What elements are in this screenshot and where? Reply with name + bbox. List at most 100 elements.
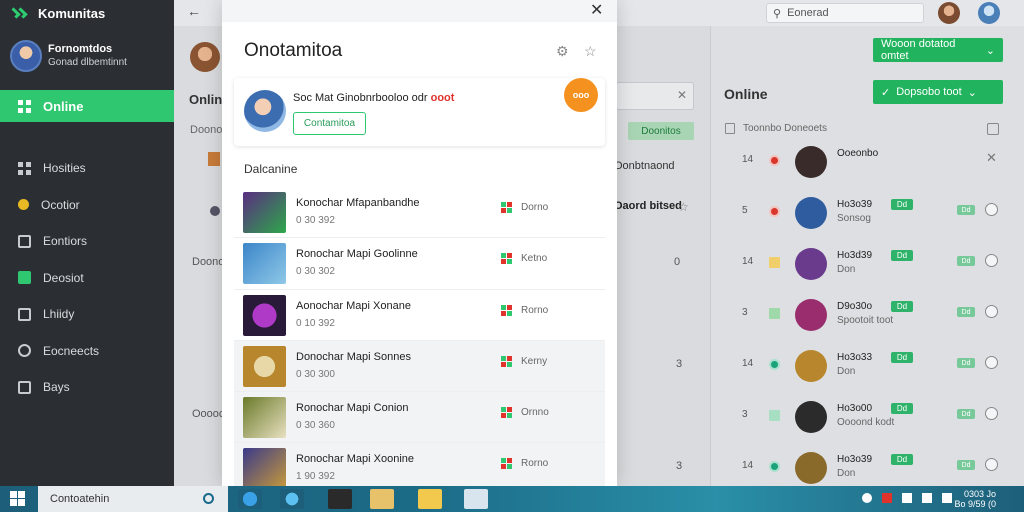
settings-icon[interactable]: ⚙ (556, 43, 569, 60)
sidebar-nav: Hosities Ocotior Eontiors Deosiot Lhiidy… (0, 150, 174, 406)
close-icon[interactable]: ✕ (986, 150, 997, 166)
profile-card: Soc Mat Ginobnrbooloo odr ooot Contamito… (234, 78, 605, 146)
search-input[interactable]: ⚲ Eonerad (766, 3, 924, 23)
avatar[interactable] (10, 40, 42, 72)
wifi-icon[interactable] (942, 493, 952, 503)
row-radio[interactable] (985, 356, 998, 369)
primary-button[interactable]: Wooon dotatod omtet ⌄ (873, 38, 1003, 62)
status-icon (769, 206, 780, 217)
row-subtitle: Don (837, 468, 856, 479)
select-all-checkbox[interactable] (987, 123, 999, 135)
game-title: Donochar Mapi Sonnes (296, 350, 411, 363)
right-panel: Wooon dotatod omtet ⌄ ✓ Dopsobo toot ⌄ O… (710, 26, 1024, 486)
sidebar-item-eontiors[interactable]: Eontiors (0, 223, 174, 260)
avatar (795, 350, 827, 382)
clock[interactable]: 0303 Jo Bo 9/59 (0 (954, 489, 996, 509)
document-icon[interactable] (464, 489, 488, 509)
row-name: Ho3o39 (837, 454, 873, 465)
antivirus-icon[interactable] (882, 493, 892, 503)
back-arrow-icon[interactable]: ← (187, 3, 201, 19)
close-icon[interactable]: ✕ (590, 0, 603, 20)
sidebar-item-bays[interactable]: Bays (0, 369, 174, 406)
status-badge: Dd (891, 454, 913, 465)
game-title: Ronochar Mapi Conion (296, 402, 409, 415)
panel-title: Onlin (189, 92, 223, 107)
sidebar-item-hosities[interactable]: Hosities (0, 150, 174, 187)
row-number: 14 (742, 358, 754, 369)
game-thumbnail (243, 294, 286, 336)
avatar (795, 146, 827, 178)
profile-card-highlight: ooot (430, 92, 455, 104)
game-meta: 0 30 392 (296, 215, 335, 226)
avatar (190, 42, 220, 72)
platform-icon (501, 355, 512, 367)
status-pill: Dd (957, 256, 975, 266)
list-item[interactable]: 3 Ho3o00 Oooond kodt Dd Dd (711, 401, 1024, 459)
app-brand[interactable]: Komunitas (9, 4, 105, 22)
game-status: Ketno (521, 253, 548, 265)
platform-icon (501, 304, 512, 316)
app-icon[interactable] (328, 489, 352, 509)
game-title: Ronochar Mapi Xoonine (296, 453, 415, 466)
list-item[interactable]: 5 Ho3o39 Sonsog Dd Dd (711, 197, 1024, 255)
row-radio[interactable] (985, 458, 998, 471)
list-item[interactable]: 14 Ho3o39 Don Dd Dd (711, 452, 1024, 486)
row-name: Ooeonbo (837, 148, 879, 159)
edge-icon[interactable] (280, 489, 304, 509)
battery-icon[interactable] (922, 493, 932, 503)
sidebar-item-eocneects[interactable]: Eocneects (0, 333, 174, 370)
panel-button[interactable]: Doonitos (628, 122, 694, 140)
list-header: Toonnbo Doneoets (725, 123, 827, 134)
avatar (244, 90, 286, 132)
list-item[interactable]: Aonochar Mapi Xonane 0 10 392 Rorno (234, 289, 605, 341)
secondary-button[interactable]: ✓ Dopsobo toot ⌄ (873, 80, 1003, 104)
game-meta: 0 30 360 (296, 420, 335, 432)
section-label: Dalcanine (244, 162, 298, 176)
list-item[interactable]: 14 Ho3o33 Don Dd Dd (711, 350, 1024, 408)
notification-badge[interactable]: ooo (564, 78, 598, 112)
game-meta: 0 30 302 (296, 266, 335, 278)
store-icon[interactable] (370, 489, 394, 509)
list-item[interactable]: 14 Ho3d39 Don Dd Dd (711, 248, 1024, 306)
row-radio[interactable] (985, 407, 998, 420)
game-thumbnail (243, 345, 286, 387)
row-name: Ho3o33 (837, 352, 873, 363)
search-placeholder: Eonerad (787, 7, 829, 19)
row-radio[interactable] (985, 203, 998, 216)
avatar[interactable] (938, 2, 960, 24)
sidebar-item-deosiot[interactable]: Deosiot (0, 260, 174, 297)
sidebar-item-ocotior[interactable]: Ocotior (0, 187, 174, 224)
brand-logo-icon (9, 6, 32, 20)
list-item[interactable]: Ronochar Mapi Conion 0 30 360 Ornno (234, 392, 605, 444)
star-icon[interactable]: ☆ (584, 43, 597, 60)
contact-button[interactable]: Contamitoa (293, 112, 366, 135)
browser-icon[interactable] (238, 489, 262, 509)
list-item[interactable]: Donochar Mapi Sonnes 0 30 300 Kerny (234, 340, 605, 393)
user-profile[interactable]: Fornomtdos Gonad dlbemtinnt (10, 40, 127, 72)
list-item[interactable]: Ronochar Mapi Goolinne 0 30 302 Ketno (234, 238, 605, 290)
volume-icon[interactable] (902, 493, 912, 503)
panel-search-input[interactable]: ✕ (616, 82, 694, 110)
sidebar-item-label: Eocneects (43, 343, 100, 358)
star-icon[interactable]: ☆ (678, 200, 689, 214)
row-number: 14 (742, 256, 754, 267)
windows-start-icon[interactable] (10, 491, 26, 507)
coin-icon (18, 199, 29, 211)
list-item[interactable]: 3 D9o30o Spootoit toot Dd Dd (711, 299, 1024, 357)
game-list: Konochar Mfapanbandhe 0 30 392 Dorno Ron… (234, 187, 605, 495)
row-radio[interactable] (985, 254, 998, 267)
profile-card-text: Soc Mat Ginobnrbooloo odr ooot (293, 92, 454, 104)
card-icon (18, 307, 31, 321)
chevron-down-icon: ⌄ (967, 86, 977, 99)
network-icon[interactable] (862, 493, 872, 503)
sidebar-item-online[interactable]: Online (0, 90, 174, 122)
avatar[interactable] (978, 2, 1000, 24)
list-item[interactable]: Konochar Mfapanbandhe 0 30 392 Dorno (234, 187, 605, 239)
sidebar-item-lhiidy[interactable]: Lhiidy (0, 296, 174, 333)
modal-header: ✕ (222, 0, 617, 22)
taskbar-search-input[interactable]: Contoatehin (38, 486, 228, 512)
list-item[interactable]: 14 Ooeonbo ✕ (711, 146, 1024, 204)
trophy-icon (18, 271, 31, 285)
row-radio[interactable] (985, 305, 998, 318)
folder-icon[interactable] (418, 489, 442, 509)
